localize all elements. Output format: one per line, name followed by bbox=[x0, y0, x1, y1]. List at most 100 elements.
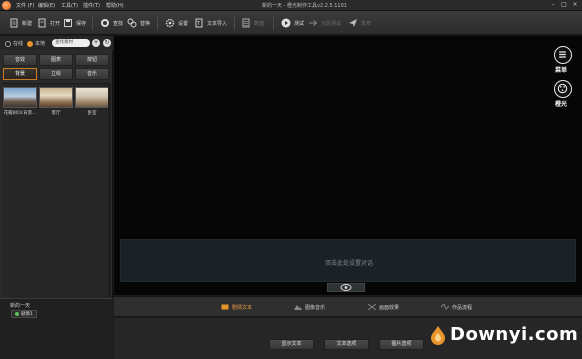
window-title: 新的一天 - 橙光制作工具v2.2.5.1101 bbox=[262, 3, 347, 9]
thumbnail-item[interactable]: 卧室 bbox=[75, 87, 109, 118]
toolbar-divider bbox=[234, 16, 235, 30]
tab-image-music[interactable]: 图像音乐 bbox=[294, 302, 325, 312]
search-input[interactable]: 查找素材 bbox=[52, 39, 90, 47]
category-chart[interactable]: 图表 bbox=[39, 54, 73, 66]
category-music[interactable]: 音乐 bbox=[75, 68, 109, 80]
test-label: 测试 bbox=[294, 20, 305, 27]
local-label: 本地 bbox=[35, 41, 46, 47]
new-file-icon bbox=[10, 18, 18, 28]
menu-label: 菜单 bbox=[555, 67, 568, 74]
category-button[interactable]: 按钮 bbox=[75, 54, 109, 66]
preview-stage[interactable]: 菜单 橙光 双击此处设置对话 bbox=[114, 36, 582, 295]
thumbnail-image bbox=[3, 87, 37, 108]
play-icon bbox=[281, 18, 291, 28]
tab-label: 作品流程 bbox=[452, 304, 473, 311]
publish-label: 发布 bbox=[361, 20, 372, 27]
dialog-box[interactable]: 双击此处设置对话 bbox=[120, 239, 576, 282]
find-label: 查找 bbox=[113, 20, 124, 27]
close-icon[interactable]: × bbox=[570, 1, 580, 9]
refresh-icon[interactable]: ↻ bbox=[103, 39, 111, 47]
variables-label: 数值 bbox=[254, 20, 265, 27]
preview-toggle-button[interactable] bbox=[327, 283, 365, 292]
svg-text:T: T bbox=[196, 21, 201, 27]
category-sound[interactable]: 音效 bbox=[3, 54, 37, 66]
scrollbar[interactable] bbox=[108, 84, 111, 334]
add-icon[interactable]: + bbox=[92, 39, 100, 47]
maximize-icon[interactable]: □ bbox=[559, 1, 569, 9]
tab-work-flow[interactable]: 作品流程 bbox=[441, 302, 472, 312]
tab-label: 图像音乐 bbox=[305, 304, 326, 311]
toolbar-divider bbox=[92, 16, 93, 30]
thumbnail-image bbox=[75, 87, 109, 108]
category-portrait[interactable]: 立绘 bbox=[39, 68, 73, 80]
settings-label: 设置 bbox=[178, 20, 189, 27]
menu-plugins[interactable]: 插件(T) bbox=[83, 2, 100, 9]
save-button[interactable]: 保存 bbox=[63, 16, 86, 30]
partial-test-label: 分段测试 bbox=[321, 20, 342, 27]
gear-icon bbox=[165, 18, 175, 28]
flow-icon bbox=[441, 304, 449, 310]
save-icon bbox=[64, 19, 72, 27]
thumbnail-image bbox=[39, 87, 73, 108]
replace-label: 替换 bbox=[140, 20, 151, 27]
source-row: 在线 本地 查找素材 + ↻ bbox=[0, 36, 113, 50]
text-import-button[interactable]: T 文本导入 bbox=[194, 16, 227, 30]
thumbnail-item[interactable]: 花瓣树OL背景... bbox=[3, 87, 37, 118]
story-tree: 新的一天 剧情1 bbox=[0, 298, 113, 359]
tab-story-text[interactable]: 剧情文本 bbox=[221, 302, 252, 312]
open-button[interactable]: 打开 bbox=[37, 16, 60, 30]
radio-dot bbox=[5, 40, 11, 47]
menu-file[interactable]: 文件 (F) bbox=[16, 2, 34, 9]
thumbnail-item[interactable]: 客厅 bbox=[39, 87, 73, 118]
new-button[interactable]: 新建 bbox=[9, 16, 32, 30]
publish-button[interactable]: 发布 bbox=[348, 16, 371, 30]
scene-item[interactable]: 剧情1 bbox=[11, 310, 37, 318]
menu-edit[interactable]: 编辑(E) bbox=[38, 2, 55, 9]
toolbar-divider bbox=[273, 16, 274, 30]
radio-dot-selected bbox=[27, 40, 33, 47]
scene-label: 剧情1 bbox=[21, 312, 33, 317]
watermark: Downyi.com bbox=[430, 324, 578, 345]
test-button[interactable]: 测试 bbox=[281, 16, 304, 30]
save-label: 保存 bbox=[76, 20, 87, 27]
partial-test-button[interactable]: 分段测试 bbox=[308, 16, 341, 30]
text-import-label: 文本导入 bbox=[207, 20, 228, 27]
image-icon bbox=[294, 305, 302, 310]
open-label: 打开 bbox=[50, 20, 61, 27]
watermark-logo-icon bbox=[431, 325, 445, 345]
eye-icon bbox=[340, 284, 352, 291]
local-radio[interactable]: 本地 bbox=[27, 40, 45, 47]
story-title: 新的一天 bbox=[10, 303, 31, 309]
arrow-right-icon bbox=[309, 20, 318, 26]
find-button[interactable]: 查找 bbox=[100, 16, 123, 30]
toolbar: 新建 打开 保存 查找 替换 设置 T 文本导入 数值 测试 分段测试 发布 bbox=[0, 11, 582, 35]
replace-button[interactable]: 替换 bbox=[127, 16, 150, 30]
variables-button[interactable]: 数值 bbox=[241, 16, 264, 30]
orange-light-label: 橙光 bbox=[555, 101, 568, 108]
online-radio[interactable]: 在线 bbox=[5, 40, 23, 47]
title-bar: 文件 (F) 编辑(E) 工具(T) 插件(T) 帮助(H) 新的一天 - 橙光… bbox=[0, 0, 582, 11]
watermark-text: Downyi.com bbox=[450, 324, 579, 345]
resource-panel: 在线 本地 查找素材 + ↻ 音效 图表 按钮 背景 立绘 音乐 花瓣树OL背景… bbox=[0, 36, 113, 359]
menu-help[interactable]: 帮助(H) bbox=[106, 2, 124, 9]
thumbnail-list: 花瓣树OL背景... 客厅 卧室 bbox=[2, 83, 111, 334]
show-text-button[interactable]: 显示文本 bbox=[269, 339, 314, 350]
app-logo-icon bbox=[2, 1, 11, 10]
thumbnail-label: 客厅 bbox=[51, 111, 61, 116]
effects-icon bbox=[368, 304, 376, 310]
text-icon bbox=[221, 304, 229, 310]
menu-tools[interactable]: 工具(T) bbox=[61, 2, 78, 9]
orange-light-icon[interactable] bbox=[554, 80, 572, 98]
editor-tabs: 剧情文本 图像音乐 画面效果 作品流程 bbox=[114, 296, 582, 317]
tab-screen-effects[interactable]: 画面效果 bbox=[368, 302, 399, 312]
image-options-button[interactable]: 图片选项 bbox=[379, 339, 424, 350]
settings-button[interactable]: 设置 bbox=[165, 16, 188, 30]
variables-icon bbox=[242, 18, 250, 28]
text-options-button[interactable]: 文本选项 bbox=[324, 339, 369, 350]
new-label: 新建 bbox=[22, 20, 33, 27]
minimize-icon[interactable]: – bbox=[548, 1, 558, 9]
menu-icon[interactable] bbox=[554, 46, 572, 64]
thumbnail-label: 花瓣树OL背景... bbox=[3, 111, 37, 116]
online-label: 在线 bbox=[13, 41, 24, 47]
category-background[interactable]: 背景 bbox=[3, 68, 37, 80]
